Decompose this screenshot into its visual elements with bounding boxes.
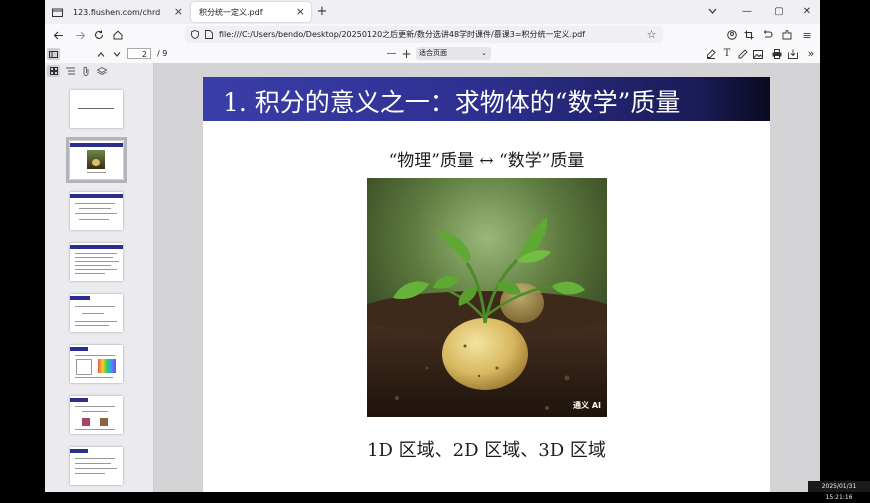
address-bar[interactable]: file:///C:/Users/bendo/Desktop/20250120之… [185,26,663,43]
more-tools-icon[interactable]: » [805,47,817,60]
page-total: / 9 [157,49,168,58]
navigation-bar: file:///C:/Users/bendo/Desktop/20250120之… [45,24,820,47]
pdf-page: 1. 积分的意义之一：求物体的“数学”质量 “物理”质量 ↔ “数学”质量 通义… [203,77,770,492]
tab-strip: 123.fiushen.com/chrd × 积分统一定义.pdf × + — … [45,0,820,24]
account-icon[interactable] [725,28,739,42]
page-thumbnail-3[interactable] [70,192,123,230]
tab-overview-icon[interactable] [51,6,63,18]
slide-title-banner: 1. 积分的意义之一：求物体的“数学”质量 [203,77,770,121]
chevron-down-icon[interactable] [706,5,718,17]
previous-page-icon[interactable] [95,48,107,60]
outline-view-icon[interactable] [64,65,76,77]
page-thumbnail-6[interactable] [70,345,123,383]
image-insert-icon[interactable] [752,48,764,60]
page-thumbnail-5[interactable] [70,294,123,332]
reload-icon[interactable] [92,28,106,42]
new-tab-button[interactable]: + [315,4,329,19]
minimize-button[interactable]: — [740,4,754,18]
text-tool-icon[interactable]: T [721,47,733,60]
url-text: file:///C:/Users/bendo/Desktop/20250120之… [219,30,586,39]
slide-title: 1. 积分的意义之一：求物体的“数学”质量 [223,88,681,117]
sidebar-toolbar [45,63,153,79]
forward-icon[interactable] [73,28,87,42]
slide-bottom-text: 1D 区域、2D 区域、3D 区域 [367,440,606,461]
browser-window: 123.fiushen.com/chrd × 积分统一定义.pdf × + — … [45,0,820,492]
zoom-select-value: 适合页面 [419,49,447,57]
thumbnail-sidebar [45,63,154,492]
zoom-out-button[interactable]: — [385,47,398,60]
sidebar-toggle-icon[interactable] [47,48,60,60]
crop-icon[interactable] [742,28,756,42]
bookmark-star-icon[interactable]: ☆ [645,28,658,41]
home-icon[interactable] [111,28,125,42]
tab-title: 积分统一定义.pdf [199,7,263,17]
draw-icon[interactable] [737,48,749,60]
thumbnails-view-icon[interactable] [47,65,60,77]
page-thumbnail-2[interactable] [66,137,127,183]
menu-icon[interactable]: ≡ [800,28,814,42]
document-viewer[interactable]: 1. 积分的意义之一：求物体的“数学”质量 “物理”质量 ↔ “数学”质量 通义… [154,63,820,492]
pdf-toolbar: 2 / 9 — + 适合页面 ⌄ T » [45,46,820,64]
save-icon[interactable] [787,48,799,60]
layers-icon[interactable] [96,65,108,77]
potato-sprout-image: 通义 AI [367,178,607,417]
close-window-button[interactable]: ✕ [800,4,814,18]
extensions-icon[interactable] [780,28,794,42]
page-thumbnail-1[interactable] [70,90,123,128]
zoom-select[interactable]: 适合页面 ⌄ [416,47,491,60]
tab-title: 123.fiushen.com/chrd [73,7,161,17]
tab-close-icon[interactable]: × [174,5,183,18]
highlight-icon[interactable] [705,48,717,60]
print-icon[interactable] [771,48,783,60]
page-thumbnail-8[interactable] [70,447,123,485]
zoom-in-button[interactable]: + [400,47,413,61]
tab-close-icon[interactable]: × [296,5,305,18]
next-page-icon[interactable] [111,48,123,60]
attachments-icon[interactable] [80,65,92,77]
chevron-down-icon: ⌄ [481,49,487,57]
back-icon[interactable] [51,28,65,42]
image-watermark: 通义 AI [573,401,601,410]
file-icon[interactable] [204,29,214,40]
shield-icon[interactable] [190,29,200,40]
maximize-button[interactable]: ▢ [772,4,786,18]
undo-icon[interactable] [761,28,775,42]
taskbar-clock: 2025/01/31 15:21:16 [808,481,870,501]
page-thumbnail-7[interactable] [70,396,123,434]
page-thumbnail-4[interactable] [70,243,123,281]
slide-subtitle: “物理”质量 ↔ “数学”质量 [388,151,585,171]
page-number-input[interactable]: 2 [127,48,151,59]
tab-pdf[interactable]: 积分统一定义.pdf × [191,2,311,22]
tab-fiushen[interactable]: 123.fiushen.com/chrd × [65,2,189,22]
